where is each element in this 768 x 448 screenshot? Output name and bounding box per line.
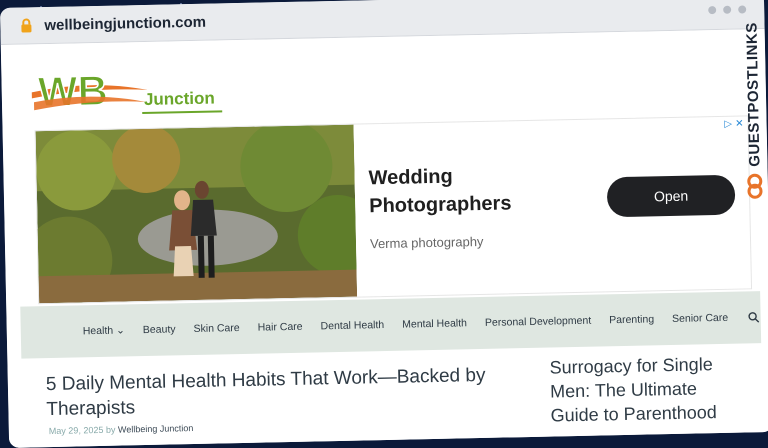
- ad-photo[interactable]: [35, 124, 358, 304]
- logo-name: Junction: [143, 88, 215, 110]
- watermark-ribbon: GUESTPOSTLINKS: [738, 22, 768, 223]
- ad-open-button[interactable]: Open: [606, 174, 736, 218]
- search-icon[interactable]: [748, 311, 760, 323]
- ad-banner[interactable]: Wedding Photographers Verma photography …: [34, 115, 753, 305]
- site-logo[interactable]: WB Junction: [29, 58, 230, 118]
- ad-advertiser: Verma photography: [369, 233, 484, 252]
- sidebar-post-title[interactable]: Surrogacy for Single Men: The Ultimate G…: [549, 352, 740, 428]
- post-by: by: [105, 424, 116, 435]
- window-dot-icon[interactable]: [723, 5, 732, 14]
- nav-item-beauty[interactable]: Beauty: [143, 323, 176, 336]
- logo-underline: [142, 110, 223, 115]
- nav-item-health[interactable]: Health ⌄: [83, 324, 125, 337]
- ad-title[interactable]: Wedding Photographers: [368, 161, 511, 220]
- lock-icon: [21, 18, 32, 33]
- ad-title-line: Wedding: [368, 165, 453, 190]
- logo-mark-text: WB: [37, 67, 108, 115]
- nav-item-label: Health: [82, 324, 114, 338]
- nav-item-personal-development[interactable]: Personal Development: [485, 315, 591, 329]
- url-text[interactable]: wellbeingjunction.com: [44, 13, 206, 33]
- nav-item-skin-care[interactable]: Skin Care: [193, 322, 239, 335]
- browser-window: wellbeingjunction.com WB Junction Weddin…: [0, 0, 768, 448]
- post-date[interactable]: May 29, 2025: [49, 425, 104, 436]
- couple-photo-icon: [35, 124, 358, 304]
- watermark-text: GUESTPOSTLINKS: [742, 22, 763, 167]
- nav-item-senior-care[interactable]: Senior Care: [672, 312, 728, 325]
- nav-item-dental-health[interactable]: Dental Health: [320, 319, 384, 332]
- post-title[interactable]: 5 Daily Mental Health Habits That Work—B…: [46, 362, 507, 422]
- nav-item-parenting[interactable]: Parenting: [609, 313, 654, 326]
- link-icon: [747, 173, 763, 199]
- window-controls: [708, 5, 747, 15]
- wb-logo-mark-icon: WB: [31, 66, 148, 116]
- post-meta: May 29, 2025 by Wellbeing Junction: [49, 423, 194, 436]
- window-dot-icon[interactable]: [738, 5, 747, 14]
- chevron-down-icon: ⌄: [115, 324, 125, 337]
- window-dot-icon[interactable]: [708, 6, 717, 15]
- website: WB Junction Wedding Photographers Verma …: [0, 28, 768, 448]
- nav-item-hair-care[interactable]: Hair Care: [258, 321, 303, 334]
- ad-title-line: Photographers: [369, 192, 512, 218]
- nav-item-mental-health[interactable]: Mental Health: [402, 317, 467, 330]
